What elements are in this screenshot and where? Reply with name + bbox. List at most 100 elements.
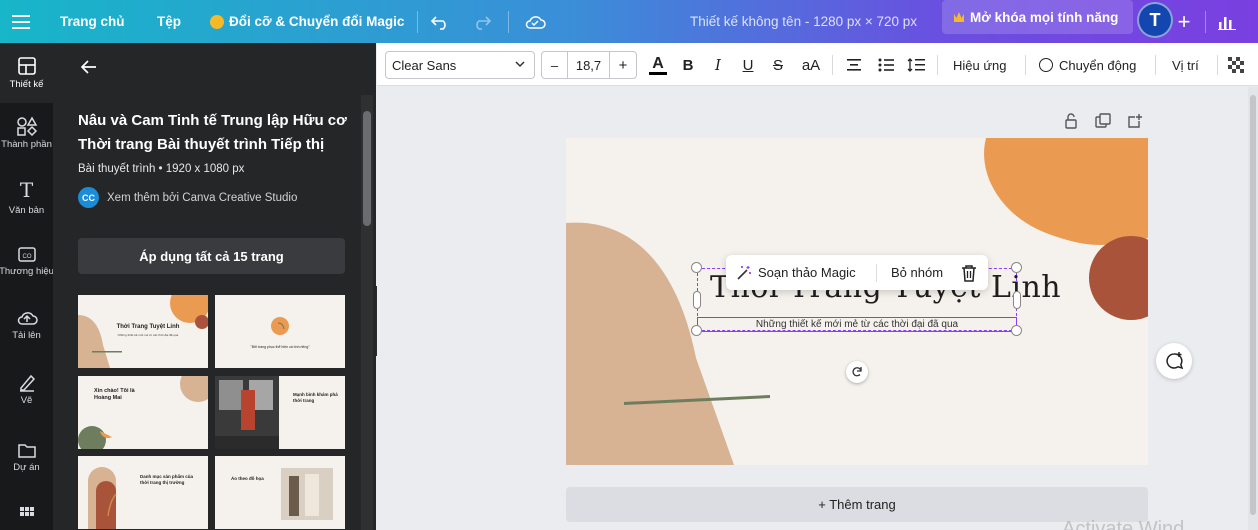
insights-chart-icon[interactable] bbox=[1214, 0, 1240, 43]
add-comment-icon[interactable] bbox=[1156, 343, 1192, 379]
divider bbox=[1205, 11, 1206, 33]
position-button[interactable]: Vị trí bbox=[1172, 51, 1199, 79]
rail-item-text[interactable]: T Văn bản bbox=[0, 167, 53, 227]
template-title: Nâu và Cam Tinh tế Trung lập Hữu cơ Thời… bbox=[78, 112, 347, 153]
top-bar: Trang chủ Tệp Đổi cỡ & Chuyển đổi Magic … bbox=[0, 0, 1258, 43]
creator-label: Xem thêm bởi Canva Creative Studio bbox=[107, 191, 298, 204]
home-menu[interactable]: Trang chủ bbox=[60, 0, 125, 43]
add-page-button[interactable]: + Thêm trang bbox=[566, 487, 1148, 522]
animate-button[interactable]: Chuyển động bbox=[1039, 51, 1136, 79]
rail-item-apps[interactable] bbox=[0, 499, 53, 529]
bullet-list-icon[interactable] bbox=[875, 51, 897, 79]
redo-icon[interactable] bbox=[470, 0, 494, 43]
rail-item-brand[interactable]: CO Thương hiệu bbox=[0, 231, 54, 291]
text-color-a-icon: A bbox=[652, 54, 664, 72]
font-family-select[interactable]: Clear Sans bbox=[385, 51, 535, 79]
rail-label: Thương hiệu bbox=[0, 266, 54, 277]
brand-kit-icon: CO bbox=[17, 247, 36, 262]
rail-label: Thành phần bbox=[1, 139, 52, 150]
thumb-shapes bbox=[215, 376, 279, 449]
resize-handle-right[interactable] bbox=[1013, 291, 1021, 309]
resize-handle-bottom-left[interactable] bbox=[691, 325, 702, 336]
unlock-features-button[interactable]: Mở khóa mọi tính năng bbox=[942, 0, 1133, 34]
resize-handle-left[interactable] bbox=[693, 291, 701, 309]
font-size-input[interactable]: 18,7 bbox=[568, 52, 610, 78]
undo-icon[interactable] bbox=[428, 0, 452, 43]
rail-label: Vẽ bbox=[20, 395, 33, 406]
back-arrow-icon[interactable] bbox=[80, 59, 98, 80]
rail-item-draw[interactable]: Vẽ bbox=[0, 359, 53, 419]
font-size-stepper[interactable]: – 18,7 + bbox=[541, 51, 637, 79]
letter-case-icon[interactable]: aA bbox=[799, 51, 823, 79]
template-thumbnail-1[interactable]: Thời Trang Tuyệt Linh Những thiết kế mới… bbox=[78, 295, 208, 368]
layout-icon bbox=[17, 57, 36, 75]
template-thumbnail-6[interactable]: Áo theo đồ họa bbox=[215, 456, 345, 529]
magic-write-button[interactable]: Soạn thảo Magic bbox=[736, 255, 856, 290]
rail-label: Dự án bbox=[13, 462, 40, 473]
thumb-shapes bbox=[78, 376, 208, 449]
thumb-shapes bbox=[271, 317, 289, 335]
apps-grid-icon bbox=[19, 507, 34, 516]
magic-resize-menu[interactable]: Đổi cỡ & Chuyển đổi Magic bbox=[210, 0, 404, 43]
text-t-icon: T bbox=[19, 178, 34, 202]
document-title[interactable]: Thiết kế không tên - 1280 px × 720 px bbox=[690, 0, 917, 43]
magic-write-label: Soạn thảo Magic bbox=[758, 265, 856, 280]
rail-item-uploads[interactable]: Tải lên bbox=[0, 295, 53, 355]
underline-icon[interactable]: U bbox=[739, 51, 757, 79]
activation-watermark: Activate Wind bbox=[1062, 518, 1185, 530]
divider bbox=[417, 11, 418, 33]
strikethrough-icon[interactable]: S bbox=[769, 51, 787, 79]
divider bbox=[937, 55, 938, 75]
rail-item-design[interactable]: Thiết kế bbox=[0, 43, 53, 103]
italic-icon[interactable]: I bbox=[709, 51, 727, 79]
avatar[interactable]: T bbox=[1137, 2, 1173, 38]
align-center-icon[interactable] bbox=[843, 51, 865, 79]
cloud-save-icon[interactable] bbox=[522, 0, 548, 43]
resize-handle-bottom-right[interactable] bbox=[1011, 325, 1022, 336]
template-thumbnail-3[interactable]: Xin chào! Tôi là Hoàng Mai bbox=[78, 376, 208, 449]
file-menu[interactable]: Tệp bbox=[157, 0, 181, 43]
lock-icon[interactable] bbox=[1062, 112, 1080, 130]
rail-item-projects[interactable]: Dự án bbox=[0, 427, 53, 487]
apply-all-pages-button[interactable]: Áp dụng tất cả 15 trang bbox=[78, 238, 345, 274]
creator-link[interactable]: CC Xem thêm bởi Canva Creative Studio bbox=[78, 187, 297, 208]
trash-icon[interactable] bbox=[961, 264, 977, 285]
effects-button[interactable]: Hiệu ứng bbox=[953, 51, 1007, 79]
divider bbox=[1025, 55, 1026, 75]
template-thumbnail-4[interactable]: Mạnh bình khám phá thời trang bbox=[215, 376, 345, 449]
bold-icon[interactable]: B bbox=[679, 51, 697, 79]
svg-text:CO: CO bbox=[22, 254, 31, 260]
resize-handle-top-left[interactable] bbox=[691, 262, 702, 273]
crown-icon bbox=[954, 12, 964, 22]
thumb-title: Mạnh bình khám phá thời trang bbox=[293, 392, 338, 403]
rail-label: Tải lên bbox=[12, 330, 41, 341]
text-color-button[interactable]: A bbox=[647, 51, 669, 79]
duplicate-page-icon[interactable] bbox=[1094, 112, 1112, 130]
animate-icon bbox=[1039, 58, 1053, 72]
thumb-shapes bbox=[281, 468, 333, 520]
thumb-title: Xin chào! Tôi là Hoàng Mai bbox=[94, 388, 135, 401]
magic-wand-icon bbox=[737, 265, 751, 280]
ungroup-button[interactable]: Bỏ nhóm bbox=[891, 255, 943, 290]
add-page-icon[interactable] bbox=[1126, 112, 1144, 130]
panel-scrollbar-thumb[interactable] bbox=[363, 111, 371, 226]
font-size-increase-button[interactable]: + bbox=[610, 52, 636, 78]
transparency-checker-icon[interactable] bbox=[1227, 51, 1245, 79]
plus-icon[interactable]: + bbox=[1172, 0, 1196, 43]
line-spacing-icon[interactable] bbox=[905, 51, 927, 79]
hamburger-menu-icon[interactable] bbox=[10, 0, 32, 43]
rail-label: Thiết kế bbox=[9, 79, 44, 90]
canvas-scrollbar-thumb[interactable] bbox=[1250, 95, 1256, 515]
unlock-features-label: Mở khóa mọi tính năng bbox=[970, 9, 1119, 25]
resize-handle-top-right[interactable] bbox=[1011, 262, 1022, 273]
font-size-decrease-button[interactable]: – bbox=[542, 52, 568, 78]
shapes-icon bbox=[16, 116, 37, 136]
divider bbox=[1217, 55, 1218, 75]
thumb-title: Danh mục sản phẩm của thời trang thị trư… bbox=[140, 474, 194, 485]
rail-item-elements[interactable]: Thành phần bbox=[0, 103, 53, 163]
slide-subtitle-text[interactable]: Những thiết kế mới mẻ từ các thời đại đã… bbox=[697, 317, 1017, 332]
rotate-handle-icon[interactable] bbox=[846, 361, 868, 383]
template-thumbnail-2[interactable]: "Bởi trang phục thể hiện cá tính riêng" bbox=[215, 295, 345, 368]
template-thumbnail-5[interactable]: Danh mục sản phẩm của thời trang thị trư… bbox=[78, 456, 208, 529]
text-color-swatch bbox=[649, 71, 667, 75]
